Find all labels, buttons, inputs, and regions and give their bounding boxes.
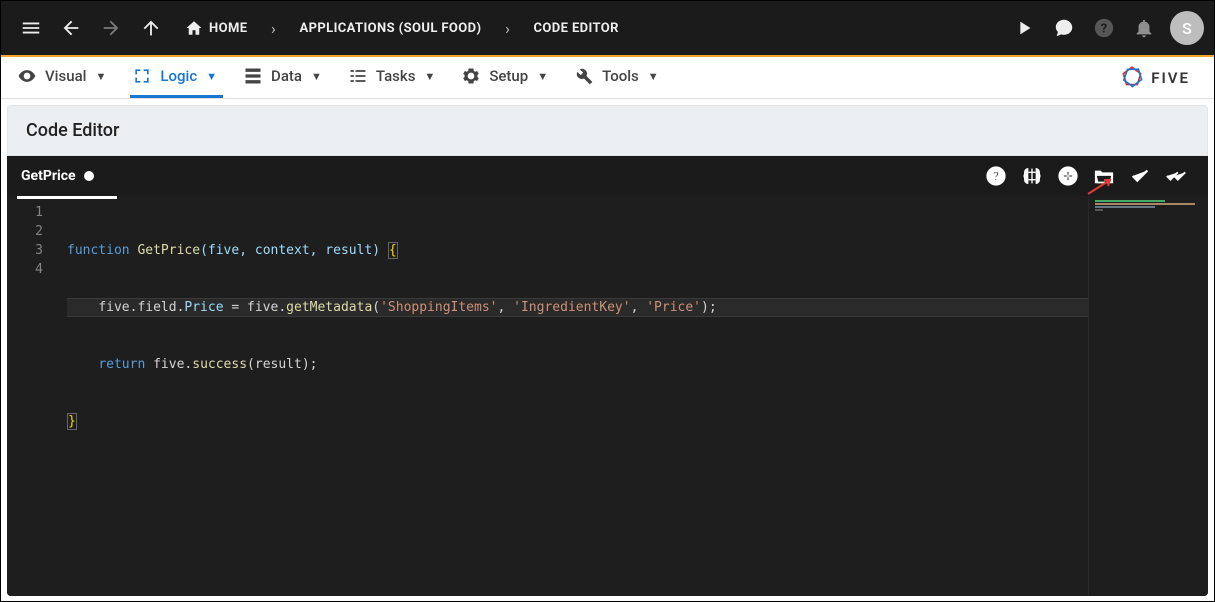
- tab-visual-label: Visual: [45, 67, 86, 85]
- breadcrumb: HOME › APPLICATIONS (SOUL FOOD) › CODE E…: [175, 19, 629, 38]
- tab-setup[interactable]: Setup▼: [459, 57, 554, 98]
- brand-logo: FIVE: [1119, 57, 1200, 98]
- nav-tabs: Visual▼ Logic▼ Data▼ Tasks▼ Setup▼ Tools…: [1, 57, 1214, 99]
- breadcrumb-applications-label: APPLICATIONS (SOUL FOOD): [299, 21, 481, 36]
- topbar: HOME › APPLICATIONS (SOUL FOOD) › CODE E…: [1, 1, 1214, 57]
- avatar-letter: S: [1182, 19, 1192, 38]
- open-folder-icon[interactable]: [1086, 158, 1122, 194]
- tab-tasks-label: Tasks: [376, 67, 416, 85]
- code-line-4: }: [67, 412, 1208, 431]
- svg-text:?: ?: [993, 170, 999, 185]
- tab-setup-label: Setup: [489, 67, 528, 85]
- up-icon[interactable]: [131, 8, 171, 48]
- chevron-right-icon: ›: [495, 19, 519, 38]
- tab-data[interactable]: Data▼: [241, 57, 328, 98]
- ai-brain-icon[interactable]: [1014, 158, 1050, 194]
- code-line-1: function GetPrice(five, context, result)…: [67, 241, 1208, 260]
- editor-filename-tab[interactable]: GetPrice: [21, 168, 94, 184]
- avatar[interactable]: S: [1170, 11, 1204, 45]
- dirty-indicator-icon: [84, 171, 94, 181]
- brand-label: FIVE: [1151, 69, 1190, 87]
- tab-tools-label: Tools: [602, 67, 639, 85]
- svg-text:?: ?: [1101, 22, 1107, 37]
- save-all-check-icon[interactable]: [1158, 158, 1194, 194]
- code-content[interactable]: function GetPrice(five, context, result)…: [57, 199, 1208, 596]
- forward-icon[interactable]: [91, 8, 131, 48]
- editor-toolbar: GetPrice ?: [7, 156, 1208, 196]
- page-title: Code Editor: [7, 105, 1208, 156]
- tab-logic[interactable]: Logic▼: [130, 57, 223, 98]
- code-line-2: five.field.Price = five.getMetadata('Sho…: [67, 298, 1208, 317]
- tab-data-label: Data: [271, 67, 302, 85]
- chevron-right-icon: ›: [261, 19, 285, 38]
- bell-icon[interactable]: [1124, 8, 1164, 48]
- tab-logic-label: Logic: [160, 67, 197, 85]
- breadcrumb-code-editor-label: CODE EDITOR: [533, 21, 618, 36]
- editor-help-icon[interactable]: ?: [978, 158, 1014, 194]
- line-gutter: 1 2 3 4: [7, 199, 57, 596]
- minimap[interactable]: [1088, 199, 1208, 596]
- help-icon[interactable]: ?: [1084, 8, 1124, 48]
- tab-tasks[interactable]: Tasks▼: [346, 57, 441, 98]
- chat-icon[interactable]: [1044, 8, 1084, 48]
- editor-panel: GetPrice ? 1 2 3 4 function: [7, 156, 1208, 596]
- tab-tools[interactable]: Tools▼: [572, 57, 665, 98]
- tab-visual[interactable]: Visual▼: [15, 57, 112, 98]
- code-line-3: return five.success(result);: [67, 355, 1208, 374]
- five-logo-icon: [1119, 65, 1145, 91]
- breadcrumb-home[interactable]: HOME: [175, 19, 257, 37]
- breadcrumb-home-label: HOME: [209, 21, 247, 36]
- menu-icon[interactable]: [11, 8, 51, 48]
- editor-filename: GetPrice: [21, 168, 76, 184]
- run-icon[interactable]: [1004, 8, 1044, 48]
- breadcrumb-code-editor[interactable]: CODE EDITOR: [523, 21, 628, 36]
- code-editor-area[interactable]: 1 2 3 4 function GetPrice(five, context,…: [7, 199, 1208, 596]
- back-icon[interactable]: [51, 8, 91, 48]
- breadcrumb-applications[interactable]: APPLICATIONS (SOUL FOOD): [289, 21, 491, 36]
- save-check-icon[interactable]: [1122, 158, 1158, 194]
- add-icon[interactable]: [1050, 158, 1086, 194]
